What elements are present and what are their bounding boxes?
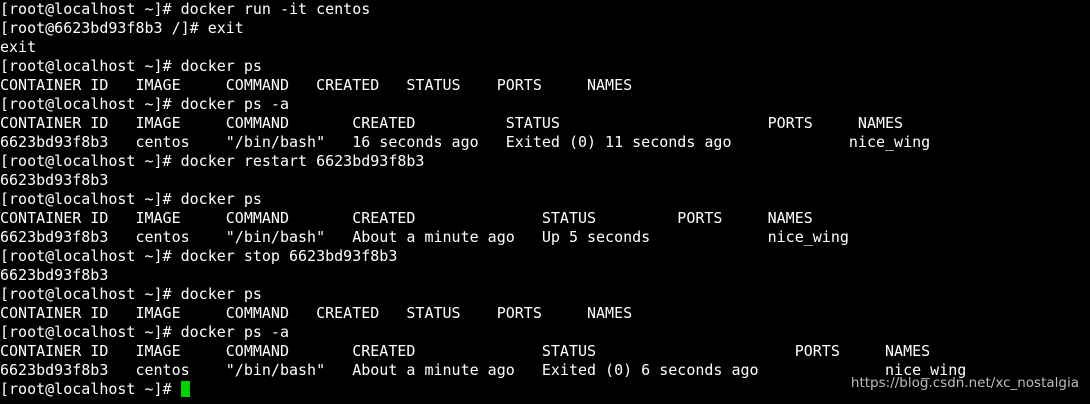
terminal-line: CONTAINER ID IMAGE COMMAND CREATED STATU… bbox=[0, 76, 633, 94]
watermark: https://blog.csdn.net/xc_nostalgia bbox=[850, 375, 1079, 391]
terminal-line: [root@6623bd93f8b3 /]# exit bbox=[0, 19, 244, 37]
prompt-text: [root@localhost ~]# bbox=[0, 380, 181, 398]
terminal-line: CONTAINER ID IMAGE COMMAND CREATED STATU… bbox=[0, 304, 633, 322]
terminal-line: [root@localhost ~]# docker stop 6623bd93… bbox=[0, 247, 398, 265]
terminal-line: [root@localhost ~]# docker ps -a bbox=[0, 95, 289, 113]
terminal-line: [root@localhost ~]# docker ps bbox=[0, 190, 262, 208]
terminal-line: 6623bd93f8b3 centos "/bin/bash" 16 secon… bbox=[0, 133, 931, 151]
terminal-window[interactable]: [root@localhost ~]# docker run -it cento… bbox=[0, 0, 1090, 404]
prompt-line[interactable]: [root@localhost ~]# bbox=[0, 380, 190, 399]
terminal-line: 6623bd93f8b3 centos "/bin/bash" About a … bbox=[0, 228, 849, 246]
terminal-line: CONTAINER ID IMAGE COMMAND CREATED STATU… bbox=[0, 209, 813, 227]
terminal-line: 6623bd93f8b3 bbox=[0, 171, 109, 189]
text-cursor bbox=[180, 381, 190, 397]
terminal-line: CONTAINER ID IMAGE COMMAND CREATED STATU… bbox=[0, 114, 904, 132]
terminal-line: [root@localhost ~]# docker ps -a bbox=[0, 323, 289, 341]
terminal-line: exit bbox=[0, 38, 37, 56]
terminal-line: 6623bd93f8b3 centos "/bin/bash" About a … bbox=[0, 361, 967, 379]
terminal-line: CONTAINER ID IMAGE COMMAND CREATED STATU… bbox=[0, 342, 931, 360]
terminal-line: [root@localhost ~]# docker ps bbox=[0, 285, 262, 303]
terminal-line: [root@localhost ~]# docker restart 6623b… bbox=[0, 152, 425, 170]
terminal-line: [root@localhost ~]# docker run -it cento… bbox=[0, 0, 371, 18]
terminal-line: [root@localhost ~]# docker ps bbox=[0, 57, 262, 75]
terminal-line: 6623bd93f8b3 bbox=[0, 266, 109, 284]
